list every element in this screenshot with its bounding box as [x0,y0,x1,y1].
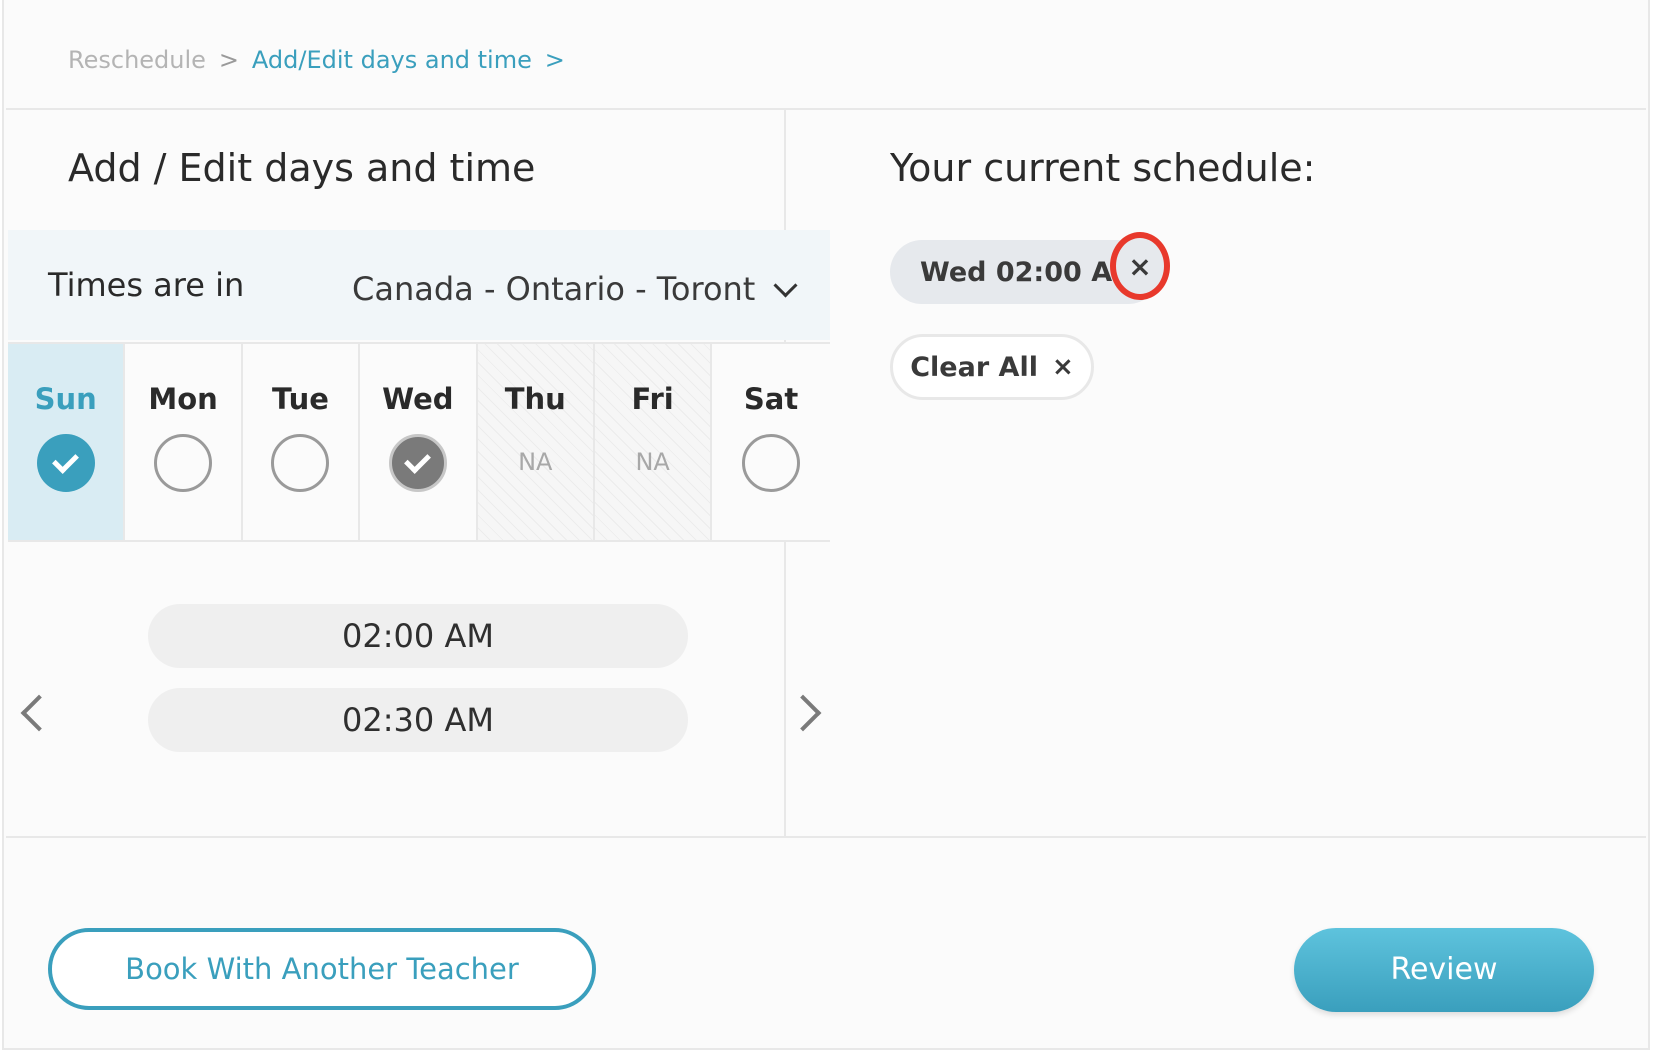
chip-label: Wed 02:00 AM [920,256,1139,288]
day-thu: Thu NA [477,344,595,540]
check-circle-icon[interactable] [36,434,95,492]
empty-circle-icon[interactable] [154,434,213,492]
day-label: Sun [34,382,97,416]
close-icon[interactable]: × [1110,232,1170,300]
book-another-teacher-button[interactable]: Book With Another Teacher [48,928,596,1010]
day-sun[interactable]: Sun [8,344,126,540]
day-mon[interactable]: Mon [125,344,243,540]
day-selector: Sun Mon Tue Wed Thu NA Fri NA Sat [8,342,830,542]
day-label: Tue [272,382,329,416]
day-fri: Fri NA [594,344,713,540]
day-na-text: NA [518,448,553,476]
breadcrumb-separator-icon: > [218,46,239,74]
breadcrumb: Reschedule > Add/Edit days and time > [68,40,578,80]
timezone-value: Canada - Ontario - Toront [352,270,756,308]
empty-circle-icon[interactable] [271,434,330,492]
footer-divider [6,836,1646,838]
chevron-left-icon[interactable] [20,694,58,732]
chevron-right-icon[interactable] [784,694,822,732]
clear-all-button[interactable]: Clear All × [890,334,1094,400]
close-icon: × [1051,352,1074,382]
schedule-title: Your current schedule: [890,146,1316,190]
check-circle-icon[interactable] [388,434,447,492]
day-sat[interactable]: Sat [712,344,830,540]
timezone-label: Times are in [48,266,245,304]
time-slot[interactable]: 02:00 AM [148,604,688,668]
day-wed[interactable]: Wed [360,344,478,540]
breadcrumb-chevron-icon: > [544,46,565,74]
schedule-chip: Wed 02:00 AM × [890,232,1170,304]
breadcrumb-add-edit[interactable]: Add/Edit days and time [252,46,532,74]
clear-all-label: Clear All [910,351,1038,383]
chevron-down-icon [773,272,798,298]
timezone-select[interactable]: Canada - Ontario - Toront [352,270,798,308]
day-na-text: NA [635,448,670,476]
day-label: Sat [743,382,799,416]
breadcrumb-reschedule[interactable]: Reschedule [68,46,206,74]
day-label: Wed [382,382,454,416]
app-frame: Reschedule > Add/Edit days and time > Ad… [2,0,1650,1050]
review-button[interactable]: Review [1294,928,1594,1012]
timezone-bar: Times are in Canada - Ontario - Toront [8,230,830,340]
header-divider [6,108,1646,110]
day-label: Thu [504,382,566,416]
day-label: Mon [148,382,218,416]
empty-circle-icon[interactable] [742,434,801,492]
day-label: Fri [631,382,674,416]
day-tue[interactable]: Tue [242,344,361,540]
page-title: Add / Edit days and time [68,146,536,190]
time-slot[interactable]: 02:30 AM [148,688,688,752]
